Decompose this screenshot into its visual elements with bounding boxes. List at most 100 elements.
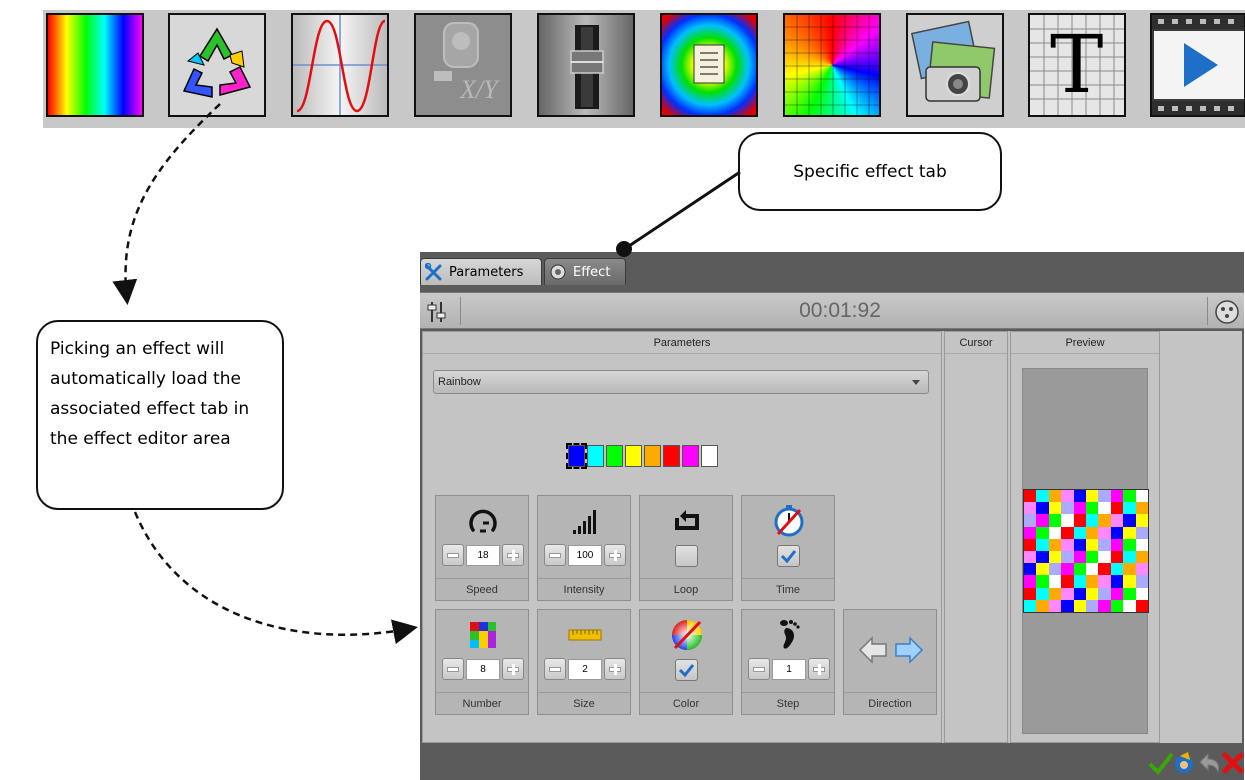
preview-cell bbox=[1061, 502, 1074, 515]
ok-check-icon[interactable] bbox=[1148, 750, 1174, 776]
preview-cell bbox=[1110, 490, 1124, 503]
preview-cell bbox=[1073, 538, 1086, 551]
parameters-panel: Parameters Rainbow 18 Speed 100 Intensit… bbox=[422, 331, 942, 743]
timebar-separator bbox=[1207, 297, 1208, 325]
color-swatch[interactable] bbox=[566, 443, 587, 469]
preview-cell bbox=[1073, 526, 1086, 539]
picture-effect-icon[interactable] bbox=[906, 13, 1004, 117]
undo-icon[interactable] bbox=[1196, 750, 1222, 776]
color-control: Color bbox=[639, 609, 733, 715]
preview-cell bbox=[1098, 526, 1111, 539]
cursor-panel: Cursor bbox=[944, 331, 1008, 743]
preview-cell bbox=[1085, 563, 1099, 576]
intensity-value[interactable]: 100 bbox=[568, 545, 602, 566]
loop-checkbox[interactable] bbox=[675, 545, 698, 567]
color-swatch[interactable] bbox=[701, 445, 718, 467]
tab-parameters-label: Parameters bbox=[449, 264, 524, 280]
xy-effect-icon[interactable]: X/Y bbox=[414, 13, 512, 117]
color-swatch[interactable] bbox=[663, 445, 680, 467]
intensity-label: Intensity bbox=[538, 578, 630, 600]
preview-cell bbox=[1110, 502, 1124, 515]
color-swatch[interactable] bbox=[587, 445, 604, 467]
preview-cell bbox=[1098, 575, 1111, 588]
sine-wave-effect-icon[interactable] bbox=[291, 13, 389, 117]
effect-picker-toolbar: X/Y T bbox=[43, 10, 1245, 128]
step-value[interactable]: 1 bbox=[772, 659, 806, 680]
direction-arrows-icon[interactable] bbox=[858, 634, 924, 666]
step-control: 1 Step bbox=[741, 609, 835, 715]
text-effect-icon[interactable]: T bbox=[1028, 13, 1126, 117]
color-swatch[interactable] bbox=[606, 445, 623, 467]
color-checkbox[interactable] bbox=[675, 659, 698, 681]
step-increment-button[interactable] bbox=[808, 658, 830, 680]
speedometer-icon bbox=[466, 504, 500, 538]
intensity-stepper: 100 bbox=[544, 544, 626, 568]
intensity-decrement-button[interactable] bbox=[544, 544, 566, 566]
preview-cell bbox=[1098, 599, 1111, 612]
preview-cell bbox=[1085, 550, 1099, 564]
recycle-effect-icon[interactable] bbox=[168, 13, 266, 117]
dmx-connector-icon[interactable] bbox=[1214, 299, 1240, 325]
tab-effect[interactable]: Effect bbox=[544, 258, 626, 285]
time-checkbox[interactable] bbox=[777, 545, 800, 567]
speed-value[interactable]: 18 bbox=[466, 545, 500, 566]
preview-cell bbox=[1036, 526, 1049, 539]
preview-cell bbox=[1048, 587, 1062, 600]
preview-cell bbox=[1073, 587, 1086, 600]
preview-cell bbox=[1123, 514, 1136, 527]
video-effect-icon[interactable] bbox=[1150, 13, 1245, 117]
preview-cell bbox=[1098, 563, 1111, 576]
preview-cell bbox=[1085, 575, 1099, 588]
preview-cell bbox=[1048, 490, 1062, 503]
preview-cell bbox=[1135, 563, 1148, 576]
effect-type-select[interactable]: Rainbow bbox=[433, 370, 929, 394]
effect-time-display: 00:01:92 bbox=[799, 299, 881, 322]
chevron-down-icon bbox=[912, 380, 920, 385]
size-value[interactable]: 2 bbox=[568, 659, 602, 680]
number-value[interactable]: 8 bbox=[466, 659, 500, 680]
step-stepper: 1 bbox=[748, 658, 830, 682]
intensity-increment-button[interactable] bbox=[604, 544, 626, 566]
concentric-effect-icon[interactable] bbox=[660, 13, 758, 117]
effect-type-value: Rainbow bbox=[438, 376, 481, 388]
number-increment-button[interactable] bbox=[502, 658, 524, 680]
speed-label: Speed bbox=[436, 578, 528, 600]
cancel-icon[interactable] bbox=[1220, 750, 1245, 776]
preview-cell bbox=[1061, 575, 1074, 588]
screenshot-root: X/Y T Specific effect tab Picking an eff… bbox=[0, 0, 1245, 780]
size-increment-button[interactable] bbox=[604, 658, 626, 680]
mixer-settings-icon[interactable] bbox=[426, 300, 450, 324]
color-swatch[interactable] bbox=[625, 445, 642, 467]
color-swatch[interactable] bbox=[682, 445, 699, 467]
preview-cell bbox=[1036, 587, 1049, 600]
rainbow-effect-icon[interactable] bbox=[46, 13, 144, 117]
preview-cell bbox=[1036, 575, 1049, 588]
preview-cell bbox=[1048, 538, 1062, 551]
tab-parameters[interactable]: Parameters bbox=[420, 258, 542, 285]
preview-cell bbox=[1110, 587, 1124, 600]
preview-matrix bbox=[1023, 489, 1149, 613]
preview-cell bbox=[1110, 538, 1124, 551]
loop-label: Loop bbox=[640, 578, 732, 600]
preview-cell bbox=[1135, 587, 1148, 600]
spiral-effect-icon[interactable] bbox=[783, 13, 881, 117]
speed-decrement-button[interactable] bbox=[442, 544, 464, 566]
preview-cell bbox=[1123, 490, 1136, 503]
preview-cell bbox=[1036, 563, 1049, 576]
preview-cell bbox=[1098, 490, 1111, 503]
speed-increment-button[interactable] bbox=[502, 544, 524, 566]
wizard-icon[interactable] bbox=[1172, 750, 1198, 776]
number-decrement-button[interactable] bbox=[442, 658, 464, 680]
step-decrement-button[interactable] bbox=[748, 658, 770, 680]
fader-effect-icon[interactable] bbox=[537, 13, 635, 117]
preview-cell bbox=[1123, 575, 1136, 588]
preview-cell bbox=[1085, 526, 1099, 539]
editor-tabstrip: Parameters Effect bbox=[420, 252, 1244, 285]
preview-cell bbox=[1135, 550, 1148, 564]
preview-cell bbox=[1061, 490, 1074, 503]
direction-label: Direction bbox=[844, 692, 936, 714]
preview-cell bbox=[1098, 514, 1111, 527]
size-decrement-button[interactable] bbox=[544, 658, 566, 680]
callout-tab-text: Specific effect tab bbox=[793, 161, 947, 182]
color-swatch[interactable] bbox=[644, 445, 661, 467]
